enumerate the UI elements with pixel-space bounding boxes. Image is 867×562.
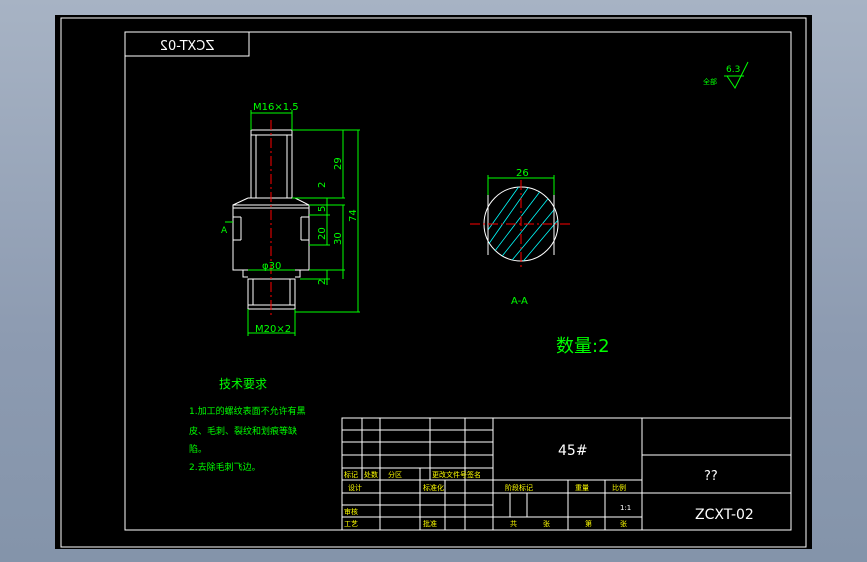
tb-change: 更改文件号	[432, 470, 467, 479]
tb-sign: 签名	[467, 470, 481, 479]
drawing-sheet: ZCXT-02 6.3 全部 M16×1.5 M20×2 φ30 A 29 74…	[55, 15, 812, 549]
dim-5: 5	[317, 206, 328, 212]
dim-74: 74	[348, 209, 359, 222]
tb-mark: 标记	[344, 470, 358, 479]
dim-20: 20	[317, 227, 328, 240]
tb-total: 共	[510, 519, 517, 528]
tb-scale-value: 1:1	[620, 504, 631, 512]
svg-text:6.3: 6.3	[726, 65, 740, 75]
dim-diameter: φ30	[262, 261, 281, 272]
section-label: A-A	[511, 296, 528, 307]
tb-sheet: 张	[543, 519, 550, 528]
tb-design: 设计	[348, 483, 362, 492]
tb-std: 标准化	[423, 483, 444, 492]
section-marker: A	[221, 226, 228, 236]
tb-review: 审核	[344, 507, 358, 516]
svg-text:全部: 全部	[703, 77, 717, 86]
code-mirrored: ZCXT-02	[160, 39, 215, 54]
requirement-line: 皮、毛刺、裂纹和划痕等缺	[189, 425, 297, 437]
dim-thread-top: M16×1.5	[253, 102, 299, 113]
dim-30: 30	[333, 232, 344, 245]
dim-2b: 2	[317, 279, 328, 285]
quantity-note: 数量:2	[556, 336, 610, 357]
dim-29: 29	[333, 157, 344, 170]
dim-2a: 2	[317, 182, 328, 188]
requirement-line: 陷。	[189, 443, 207, 455]
tb-approve: 批准	[423, 519, 437, 528]
dim-thread-bottom: M20×2	[255, 324, 291, 335]
tb-process: 工艺	[344, 520, 358, 528]
tb-scale: 比例	[612, 483, 626, 492]
requirement-line: 1.加工的螺纹表面不允许有黑	[189, 405, 306, 417]
part-name: ??	[704, 469, 718, 484]
requirements-title: 技术要求	[219, 377, 267, 391]
tb-count: 处数	[364, 470, 378, 479]
tb-zone: 分区	[388, 470, 402, 479]
tb-of: 第	[585, 519, 592, 528]
section-view	[470, 175, 572, 268]
technical-requirements: 技术要求 1.加工的螺纹表面不允许有黑 皮、毛刺、裂纹和划痕等缺 陷。 2.去除…	[189, 377, 306, 473]
tb-sheet2: 张	[620, 519, 627, 528]
tb-stage: 阶段标记	[505, 483, 533, 492]
cad-drawing: ZCXT-02 6.3 全部 M16×1.5 M20×2 φ30 A 29 74…	[60, 17, 807, 548]
material: 45#	[558, 443, 588, 459]
tb-weight: 重量	[575, 484, 589, 492]
drawing-code: ZCXT-02	[695, 507, 754, 523]
dim-section-width: 26	[516, 168, 529, 179]
requirement-line: 2.去除毛刺飞边。	[189, 461, 261, 473]
roughness-symbol: 6.3 全部	[703, 61, 749, 89]
